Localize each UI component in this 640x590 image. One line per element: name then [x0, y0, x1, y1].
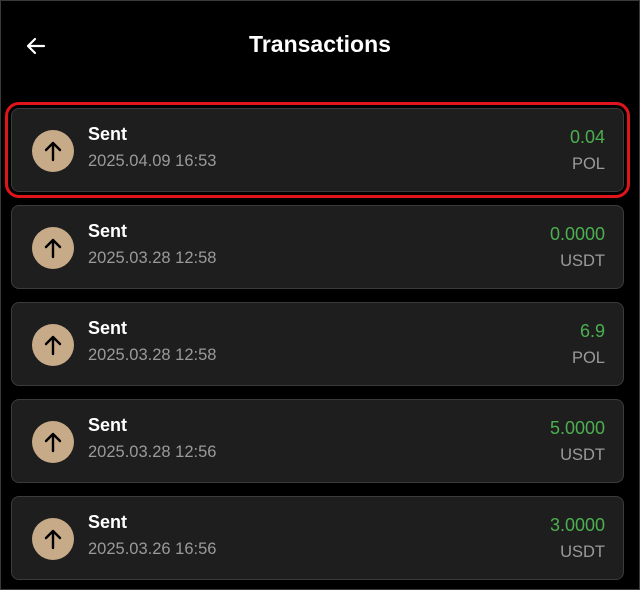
arrow-up-icon	[32, 421, 74, 463]
transaction-item[interactable]: Sent 2025.03.28 12:58 6.9 POL	[11, 302, 624, 386]
transaction-amount: 6.9	[579, 321, 605, 341]
transaction-amount: 0.04	[569, 127, 605, 147]
transaction-item[interactable]: Sent 2025.04.09 16:53 0.04 POL	[5, 102, 630, 198]
transaction-type: Sent	[88, 221, 128, 241]
transaction-item[interactable]: Sent 2025.03.28 12:58 0.0000 USDT	[11, 205, 624, 289]
arrow-up-icon	[32, 227, 74, 269]
transactions-screen: Transactions Sent 2025.04.09 16:53 0.04 …	[0, 0, 640, 590]
transaction-unit: USDT	[560, 543, 605, 561]
transaction-item[interactable]: Sent 2025.03.26 16:56 3.0000 USDT	[11, 496, 624, 580]
page-title: Transactions	[249, 31, 391, 57]
transaction-type: Sent	[88, 415, 128, 435]
transaction-date: 2025.04.09 16:53	[88, 152, 217, 170]
header: Transactions	[1, 1, 639, 91]
arrow-up-icon	[32, 518, 74, 560]
transaction-list: Sent 2025.04.09 16:53 0.04 POL Sent 2025…	[5, 102, 630, 590]
arrow-up-icon	[32, 130, 74, 172]
transaction-type: Sent	[88, 124, 128, 144]
transaction-unit: USDT	[560, 446, 605, 464]
transaction-date: 2025.03.28 12:58	[88, 346, 217, 364]
transaction-type: Sent	[88, 512, 128, 532]
transaction-unit: POL	[571, 155, 605, 173]
transaction-unit: USDT	[560, 252, 605, 270]
transaction-amount: 0.0000	[549, 224, 605, 244]
transaction-type: Sent	[88, 318, 128, 338]
transaction-date: 2025.03.28 12:56	[88, 443, 217, 461]
transaction-item[interactable]: Sent 2025.03.28 12:56 5.0000 USDT	[11, 399, 624, 483]
transaction-amount: 5.0000	[549, 418, 605, 438]
transaction-amount: 3.0000	[549, 515, 605, 535]
transaction-unit: POL	[571, 349, 605, 367]
arrow-up-icon	[32, 324, 74, 366]
transaction-date: 2025.03.28 12:58	[88, 249, 217, 267]
transaction-date: 2025.03.26 16:56	[88, 540, 217, 558]
